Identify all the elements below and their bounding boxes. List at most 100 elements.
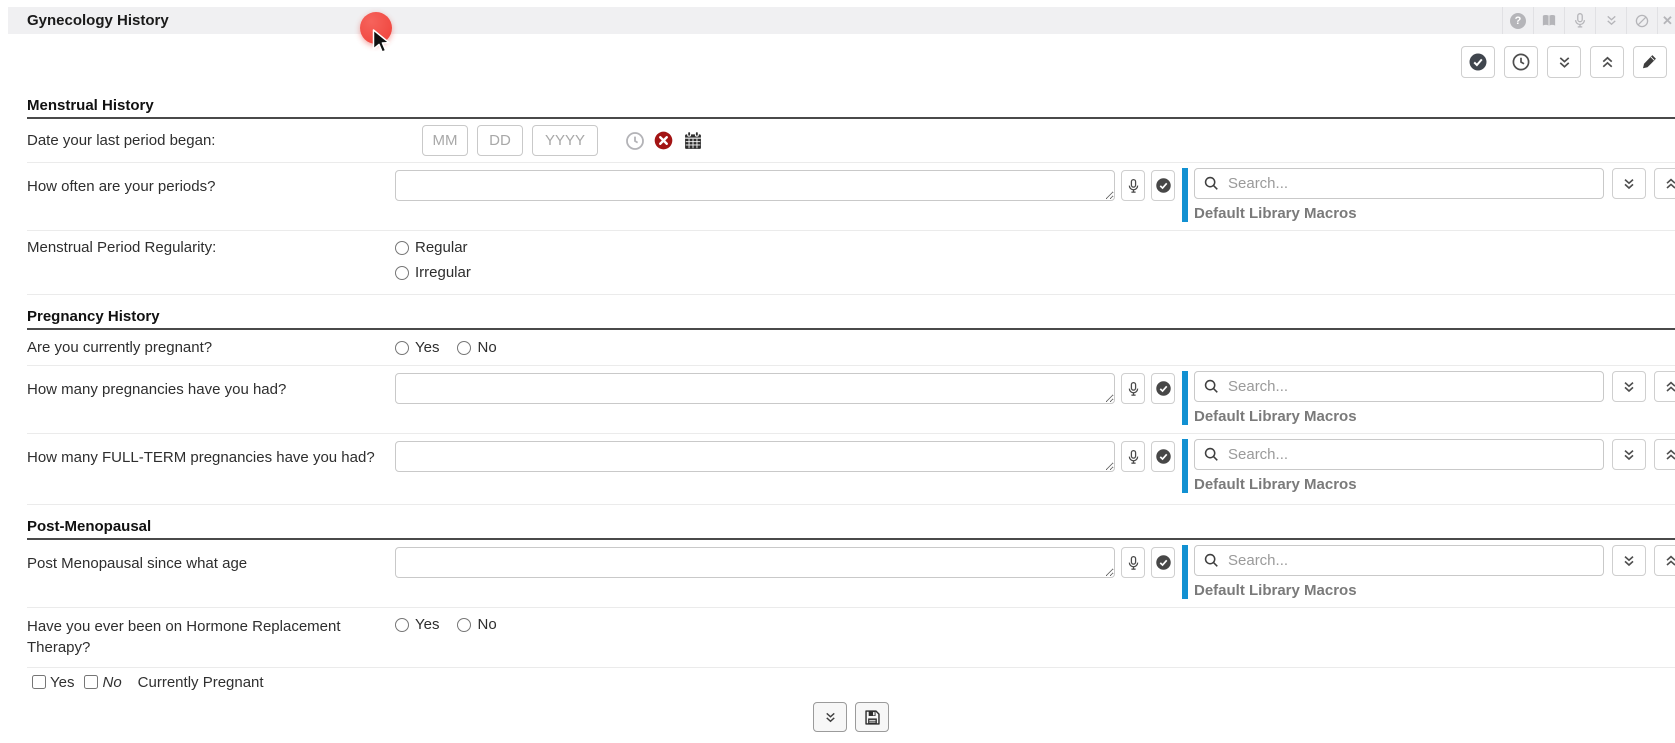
status-row-label: Currently Pregnant	[138, 674, 264, 691]
macro-search-box	[1194, 371, 1604, 402]
edit-icon[interactable]	[1633, 46, 1667, 78]
search-icon	[1203, 446, 1220, 463]
macro-expand-button[interactable]	[1612, 545, 1646, 576]
microphone-icon[interactable]	[1564, 7, 1595, 34]
year-input[interactable]	[532, 125, 598, 156]
question-row-last-period-date: Date your last period began:	[27, 119, 1675, 163]
save-button[interactable]	[855, 702, 889, 732]
help-icon[interactable]: ?	[1502, 7, 1533, 34]
question-label: How many pregnancies have you had?	[27, 373, 395, 433]
month-input[interactable]	[422, 125, 468, 156]
close-icon[interactable]: ✕	[1657, 7, 1675, 34]
regular-radio[interactable]	[395, 241, 409, 255]
collapse-icon[interactable]	[1595, 7, 1626, 34]
form-header-bar: Gynecology History ? ✕	[8, 7, 1675, 34]
header-icon-group: ? ✕	[1502, 7, 1675, 34]
question-row-currently-pregnant: Are you currently pregnant? Yes No	[27, 330, 1675, 366]
day-input[interactable]	[477, 125, 523, 156]
macro-library-panel: Default Library Macros ▲	[1182, 439, 1675, 493]
form-body: Menstrual History Date your last period …	[27, 97, 1675, 732]
question-label: How often are your periods?	[27, 170, 395, 230]
macro-collapse-button[interactable]	[1654, 545, 1675, 576]
macro-search-box	[1194, 439, 1604, 470]
macro-expand-button[interactable]	[1612, 168, 1646, 199]
macro-collapse-button[interactable]	[1654, 439, 1675, 470]
expand-section-button[interactable]	[813, 702, 847, 732]
radio-option-irregular[interactable]: Irregular	[395, 264, 471, 281]
search-icon	[1203, 175, 1220, 192]
macro-expand-button[interactable]	[1612, 371, 1646, 402]
expand-all-button[interactable]	[1547, 46, 1581, 78]
search-icon	[1203, 552, 1220, 569]
question-label: Have you ever been on Hormone Replacemen…	[27, 616, 395, 658]
time-icon[interactable]	[625, 131, 645, 151]
question-row-pregnancy-count: How many pregnancies have you had?	[27, 366, 1675, 434]
macro-search-input[interactable]	[1226, 551, 1595, 570]
currently-pregnant-status-row: Yes No Currently Pregnant	[27, 668, 1675, 696]
clear-date-icon[interactable]	[653, 130, 674, 151]
radio-option-yes[interactable]: Yes	[395, 339, 439, 356]
section-pregnancy-history: Pregnancy History	[27, 308, 1675, 330]
macro-search-input[interactable]	[1226, 174, 1595, 193]
macro-library-panel: Default Library Macros ▲	[1182, 545, 1675, 599]
question-label: How many FULL-TERM pregnancies have you …	[27, 441, 395, 504]
question-label: Menstrual Period Regularity:	[27, 239, 395, 294]
no-radio[interactable]	[457, 341, 471, 355]
radio-option-regular[interactable]: Regular	[395, 239, 471, 256]
period-frequency-textarea[interactable]	[395, 170, 1115, 201]
dictate-microphone-button[interactable]	[1121, 170, 1145, 201]
form-toolbar	[1461, 46, 1667, 78]
macro-collapse-button[interactable]	[1654, 371, 1675, 402]
macro-search-input[interactable]	[1226, 445, 1595, 464]
macro-panel-title: Default Library Macros	[1194, 582, 1357, 599]
macro-panel-title: Default Library Macros	[1194, 205, 1357, 222]
macro-search-box	[1194, 545, 1604, 576]
macro-library-panel: Default Library Macros ▲	[1182, 168, 1675, 222]
section-post-menopausal: Post-Menopausal	[27, 518, 1675, 540]
no-radio[interactable]	[457, 618, 471, 632]
checkbox-option-yes[interactable]: Yes	[32, 674, 74, 691]
radio-option-yes[interactable]: Yes	[395, 616, 439, 633]
confirm-check-button[interactable]	[1151, 547, 1175, 578]
form-title: Gynecology History	[27, 12, 169, 29]
check-circle-button[interactable]	[1461, 46, 1495, 78]
yes-radio[interactable]	[395, 341, 409, 355]
macro-collapse-button[interactable]	[1654, 168, 1675, 199]
yes-radio[interactable]	[395, 618, 409, 632]
question-row-hrt: Have you ever been on Hormone Replacemen…	[27, 608, 1675, 668]
checkbox-option-no[interactable]: No	[84, 674, 121, 691]
confirm-check-button[interactable]	[1151, 170, 1175, 201]
post-menopausal-age-textarea[interactable]	[395, 547, 1115, 578]
macro-expand-button[interactable]	[1612, 439, 1646, 470]
date-input-group	[422, 125, 704, 156]
dictate-microphone-button[interactable]	[1121, 441, 1145, 472]
radio-option-no[interactable]: No	[457, 339, 496, 356]
yes-checkbox[interactable]	[32, 675, 46, 689]
calendar-icon[interactable]	[682, 130, 704, 152]
macro-library-panel: Default Library Macros ▲	[1182, 371, 1675, 425]
search-icon	[1203, 378, 1220, 395]
question-label: Date your last period began:	[27, 132, 395, 149]
radio-option-no[interactable]: No	[457, 616, 496, 633]
macro-search-input[interactable]	[1226, 377, 1595, 396]
macro-search-box	[1194, 168, 1604, 199]
irregular-radio[interactable]	[395, 266, 409, 280]
question-label: Post Menopausal since what age	[27, 547, 395, 607]
confirm-check-button[interactable]	[1151, 373, 1175, 404]
confirm-check-button[interactable]	[1151, 441, 1175, 472]
macro-panel-title: Default Library Macros	[1194, 408, 1357, 425]
collapse-all-button[interactable]	[1590, 46, 1624, 78]
mouse-cursor	[372, 29, 396, 56]
no-checkbox[interactable]	[84, 675, 98, 689]
macro-panel-title: Default Library Macros	[1194, 476, 1357, 493]
clock-button[interactable]	[1504, 46, 1538, 78]
form-footer-buttons	[27, 702, 1675, 732]
dictate-microphone-button[interactable]	[1121, 373, 1145, 404]
dictate-microphone-button[interactable]	[1121, 547, 1145, 578]
pregnancy-count-textarea[interactable]	[395, 373, 1115, 404]
full-term-count-textarea[interactable]	[395, 441, 1115, 472]
block-icon[interactable]	[1626, 7, 1657, 34]
question-row-period-frequency: How often are your periods?	[27, 163, 1675, 231]
book-icon[interactable]	[1533, 7, 1564, 34]
question-row-full-term-count: How many FULL-TERM pregnancies have you …	[27, 434, 1675, 505]
